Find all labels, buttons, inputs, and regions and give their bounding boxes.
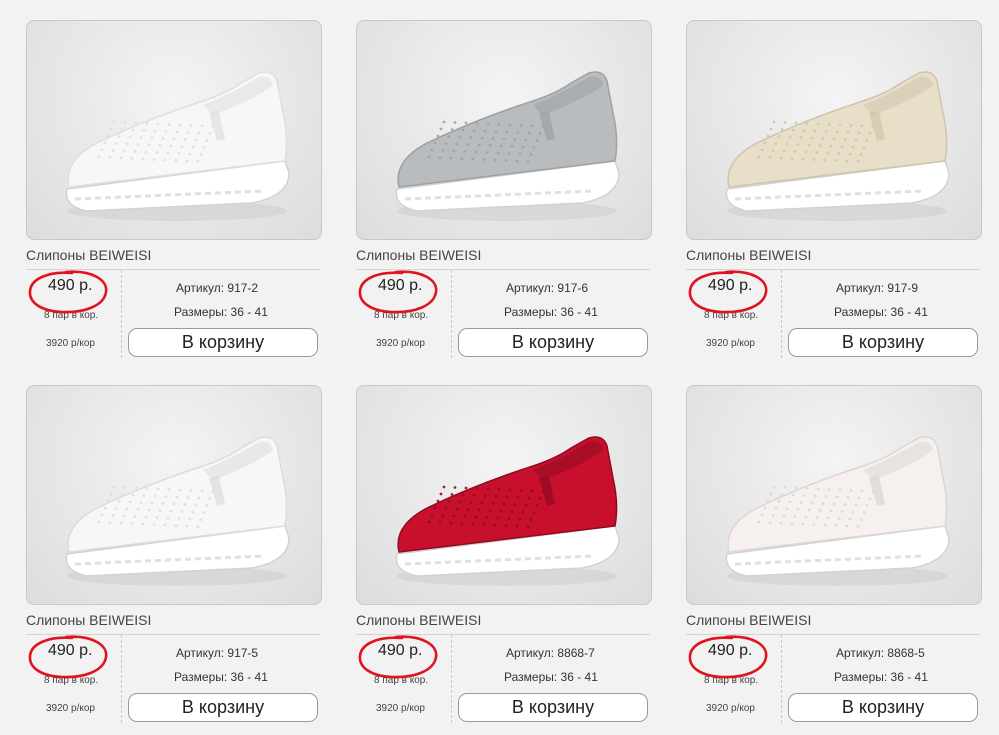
product-card: Слипоны BEIWEISI 490 р. 8 пар в кор. 392… (356, 385, 652, 735)
product-title[interactable]: Слипоны BEIWEISI (26, 612, 151, 628)
box-price: 3920 р/кор (706, 703, 755, 714)
product-card: Слипоны BEIWEISI 490 р. 8 пар в кор. 392… (26, 385, 322, 735)
product-photo[interactable] (26, 385, 322, 605)
product-sku: Артикул: 917-6 (506, 281, 589, 295)
pairs-per-box: 8 пар в кор. (704, 675, 759, 686)
box-price: 3920 р/кор (46, 703, 95, 714)
add-to-cart-button[interactable]: В корзину (128, 328, 318, 357)
divider (121, 635, 122, 723)
product-photo[interactable] (686, 20, 982, 240)
shoe-image (65, 436, 290, 586)
shoe-image (725, 436, 950, 586)
product-title[interactable]: Слипоны BEIWEISI (356, 612, 481, 628)
shoe-image (65, 71, 290, 221)
product-sku: Артикул: 8868-7 (506, 646, 595, 660)
divider (781, 635, 782, 723)
shoe-image (395, 436, 620, 586)
box-price: 3920 р/кор (376, 338, 425, 349)
product-sizes: Размеры: 36 - 41 (834, 305, 928, 319)
product-sizes: Размеры: 36 - 41 (174, 305, 268, 319)
divider (356, 634, 650, 635)
product-card: Слипоны BEIWEISI 490 р. 8 пар в кор. 392… (686, 20, 982, 370)
divider (451, 635, 452, 723)
product-photo[interactable] (26, 20, 322, 240)
pairs-per-box: 8 пар в кор. (374, 675, 429, 686)
box-price: 3920 р/кор (376, 703, 425, 714)
product-price: 490 р. (708, 277, 753, 294)
product-sku: Артикул: 8868-5 (836, 646, 925, 660)
divider (686, 634, 980, 635)
product-price: 490 р. (378, 277, 423, 294)
product-price: 490 р. (48, 642, 93, 659)
product-photo[interactable] (356, 385, 652, 605)
divider (686, 269, 980, 270)
product-sku: Артикул: 917-9 (836, 281, 919, 295)
product-price: 490 р. (48, 277, 93, 294)
product-grid: Слипоны BEIWEISI 490 р. 8 пар в кор. 392… (0, 0, 999, 728)
pairs-per-box: 8 пар в кор. (44, 310, 99, 321)
add-to-cart-button[interactable]: В корзину (788, 693, 978, 722)
product-sizes: Размеры: 36 - 41 (504, 670, 598, 684)
product-price: 490 р. (378, 642, 423, 659)
product-price: 490 р. (708, 642, 753, 659)
product-title[interactable]: Слипоны BEIWEISI (26, 247, 151, 263)
box-price: 3920 р/кор (46, 338, 95, 349)
product-card: Слипоны BEIWEISI 490 р. 8 пар в кор. 392… (356, 20, 652, 370)
box-price: 3920 р/кор (706, 338, 755, 349)
product-title[interactable]: Слипоны BEIWEISI (356, 247, 481, 263)
shoe-image (725, 71, 950, 221)
product-sku: Артикул: 917-5 (176, 646, 259, 660)
add-to-cart-button[interactable]: В корзину (788, 328, 978, 357)
divider (26, 634, 320, 635)
divider (781, 270, 782, 358)
product-card: Слипоны BEIWEISI 490 р. 8 пар в кор. 392… (26, 20, 322, 370)
pairs-per-box: 8 пар в кор. (374, 310, 429, 321)
product-sizes: Размеры: 36 - 41 (504, 305, 598, 319)
divider (121, 270, 122, 358)
product-title[interactable]: Слипоны BEIWEISI (686, 247, 811, 263)
product-photo[interactable] (686, 385, 982, 605)
add-to-cart-button[interactable]: В корзину (458, 328, 648, 357)
product-sizes: Размеры: 36 - 41 (174, 670, 268, 684)
add-to-cart-button[interactable]: В корзину (458, 693, 648, 722)
product-photo[interactable] (356, 20, 652, 240)
shoe-image (395, 71, 620, 221)
product-sku: Артикул: 917-2 (176, 281, 259, 295)
pairs-per-box: 8 пар в кор. (704, 310, 759, 321)
divider (356, 269, 650, 270)
product-sizes: Размеры: 36 - 41 (834, 670, 928, 684)
add-to-cart-button[interactable]: В корзину (128, 693, 318, 722)
divider (451, 270, 452, 358)
divider (26, 269, 320, 270)
pairs-per-box: 8 пар в кор. (44, 675, 99, 686)
product-card: Слипоны BEIWEISI 490 р. 8 пар в кор. 392… (686, 385, 982, 735)
product-title[interactable]: Слипоны BEIWEISI (686, 612, 811, 628)
